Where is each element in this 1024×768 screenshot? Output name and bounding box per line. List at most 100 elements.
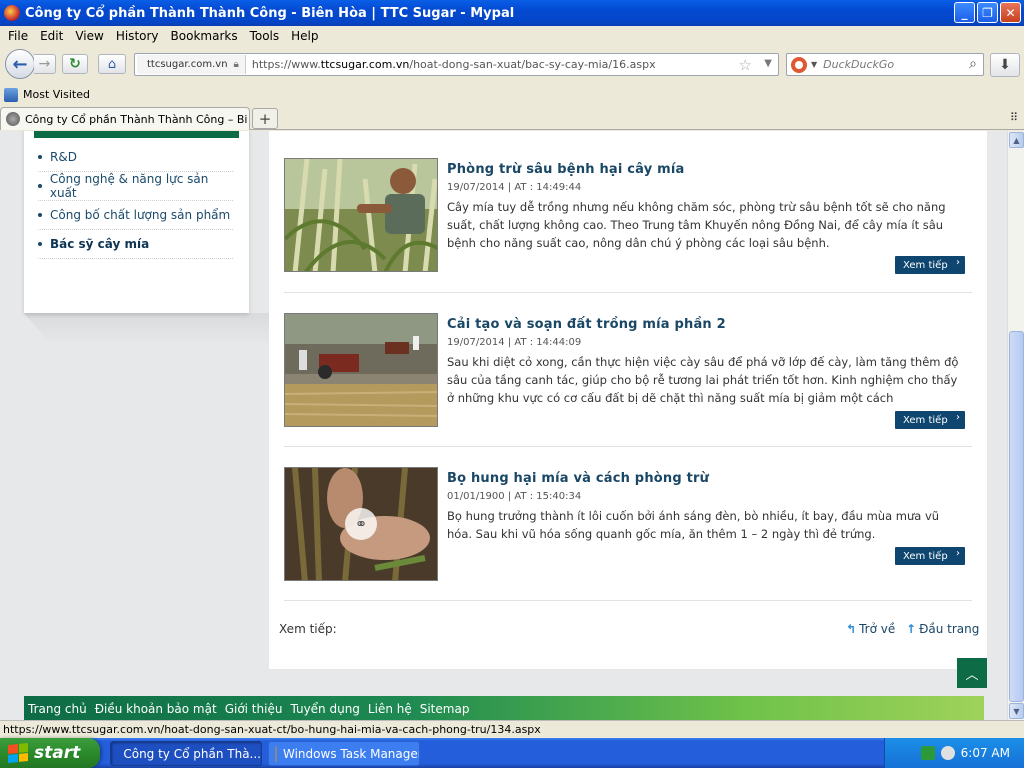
windows-logo-icon xyxy=(8,742,28,764)
reload-button[interactable]: ↻ xyxy=(62,54,88,74)
chevron-right-icon: › xyxy=(956,257,960,268)
home-button[interactable]: ⌂ xyxy=(98,54,126,74)
site-identity-label: ttcsugar.com.vn xyxy=(147,59,228,70)
read-more-button[interactable]: Xem tiếp › xyxy=(895,547,965,565)
article-description: Sau khi diệt cỏ xong, cần thực hiện việc… xyxy=(447,355,959,405)
url-text[interactable]: https://www.ttcsugar.com.vn/hoat-dong-sa… xyxy=(252,58,656,71)
back-link[interactable]: ↰ Trở về xyxy=(846,622,895,636)
sidebar-menu: R&D Công nghệ & năng lực sản xuất Công b… xyxy=(24,131,249,313)
lock-icon: 🔒︎ xyxy=(233,59,239,70)
new-tab-button[interactable]: + xyxy=(252,108,278,129)
link-icon: ⚭ xyxy=(345,508,377,540)
navigation-toolbar: ← → ↻ ⌂ ttcsugar.com.vn 🔒︎ https://www.t… xyxy=(0,46,1024,84)
forward-button[interactable]: → xyxy=(34,54,56,74)
page-viewport: R&D Công nghệ & năng lực sản xuất Công b… xyxy=(0,131,1007,720)
start-button[interactable]: start xyxy=(0,738,100,768)
article-thumbnail[interactable] xyxy=(284,158,438,272)
network-icon[interactable] xyxy=(920,746,935,760)
article-date: 19/07/2014 | AT : 14:49:44 xyxy=(447,182,582,193)
footer-link-contact[interactable]: Liên hệ xyxy=(368,702,412,716)
search-icon[interactable]: ⌕ xyxy=(969,56,977,72)
minimize-button[interactable]: _ xyxy=(954,2,975,23)
pager-row: Xem tiếp: ↰ Trở về ↑ Đầu trang xyxy=(279,622,979,642)
top-link[interactable]: ↑ Đầu trang xyxy=(906,622,979,636)
article-description: Bọ hung trưởng thành ít lôi cuốn bởi ánh… xyxy=(447,509,940,541)
article-item: Cải tạo và soạn đất trồng mía phần 2 19/… xyxy=(284,313,972,439)
article-list-panel: Phòng trừ sâu bệnh hại cây mía 19/07/201… xyxy=(269,131,987,669)
close-button[interactable]: ✕ xyxy=(1000,2,1021,23)
windows-taskbar: start Công ty Cổ phần Thà... Windows Tas… xyxy=(0,738,1024,768)
tab-favicon-icon xyxy=(6,112,20,126)
tab-active[interactable]: Công ty Cổ phần Thành Thành Công – Biên … xyxy=(0,107,250,130)
bookmark-most-visited[interactable]: Most Visited xyxy=(23,88,90,101)
article-description: Cây mía tuy dễ trồng nhưng nếu không chă… xyxy=(447,200,946,250)
back-arrow-icon: ← xyxy=(12,53,28,75)
tab-list-icon[interactable]: ⠿ xyxy=(1010,111,1018,124)
tab-strip: Công ty Cổ phần Thành Thành Công – Biên … xyxy=(0,105,1024,130)
footer-link-about[interactable]: Giới thiệu xyxy=(225,702,283,716)
sidebar-item-rnd[interactable]: R&D xyxy=(38,143,233,172)
article-title[interactable]: Phòng trừ sâu bệnh hại cây mía xyxy=(447,162,685,177)
status-bar-url: https://www.ttcsugar.com.vn/hoat-dong-sa… xyxy=(0,720,1024,738)
footer-link-sitemap[interactable]: Sitemap xyxy=(420,702,470,716)
scroll-to-top-button[interactable]: ︿ xyxy=(957,658,987,688)
bookmark-star-icon[interactable]: ☆ xyxy=(739,56,752,74)
site-footer-links: Trang chủ Điều khoản bảo mật Giới thiệu … xyxy=(24,696,984,720)
home-icon: ⌂ xyxy=(107,56,117,72)
sidebar-item-quality[interactable]: Công bố chất lượng sản phẩm xyxy=(38,201,233,230)
clock[interactable]: 6:07 AM xyxy=(961,746,1010,760)
menu-history[interactable]: History xyxy=(110,29,165,43)
search-bar[interactable]: ▼ DuckDuckGo ⌕ xyxy=(786,53,984,76)
bookmark-folder-icon xyxy=(4,87,18,102)
article-title[interactable]: Bọ hung hại mía và cách phòng trừ xyxy=(447,471,709,486)
article-item: ⚭ Bọ hung hại mía và cách phòng trừ 01/0… xyxy=(284,467,972,593)
footer-link-home[interactable]: Trang chủ xyxy=(28,702,87,716)
taskbar-task-browser[interactable]: Công ty Cổ phần Thà... xyxy=(110,741,262,766)
search-engine-dropdown-icon[interactable]: ▼ xyxy=(811,60,817,69)
menu-file[interactable]: File xyxy=(2,29,34,43)
menu-view[interactable]: View xyxy=(69,29,109,43)
page-scrollbar[interactable]: ▲ ▼ xyxy=(1007,131,1024,720)
article-title[interactable]: Cải tạo và soạn đất trồng mía phần 2 xyxy=(447,317,726,332)
menu-tools[interactable]: Tools xyxy=(244,29,286,43)
sidebar-shadow xyxy=(24,313,295,345)
article-item: Phòng trừ sâu bệnh hại cây mía 19/07/201… xyxy=(284,158,972,284)
sidebar-item-sugarcane-doctor[interactable]: Bác sỹ cây mía xyxy=(38,230,233,259)
tractor-field-image xyxy=(285,314,437,426)
site-identity-button[interactable]: ttcsugar.com.vn 🔒︎ xyxy=(137,55,246,74)
scroll-down-arrow-icon[interactable]: ▼ xyxy=(1009,703,1024,719)
security-icon[interactable] xyxy=(940,746,955,760)
sidebar-header xyxy=(34,131,239,138)
up-arrow-icon: ↑ xyxy=(906,622,917,636)
back-button[interactable]: ← xyxy=(5,49,35,79)
restore-button[interactable]: ❐ xyxy=(977,2,998,23)
read-more-button[interactable]: Xem tiếp › xyxy=(895,411,965,429)
chevron-up-icon: ︿ xyxy=(965,667,979,683)
read-more-button[interactable]: Xem tiếp › xyxy=(895,256,965,274)
menu-bookmarks[interactable]: Bookmarks xyxy=(165,29,244,43)
footer-link-privacy[interactable]: Điều khoản bảo mật xyxy=(95,702,217,716)
scrollbar-thumb[interactable] xyxy=(1009,331,1024,702)
farmer-sugarcane-image xyxy=(285,159,437,271)
download-arrow-icon: ⬇ xyxy=(999,57,1011,73)
duckduckgo-icon[interactable] xyxy=(791,56,807,73)
search-input[interactable]: DuckDuckGo xyxy=(823,58,894,71)
scroll-up-arrow-icon[interactable]: ▲ xyxy=(1009,132,1024,148)
url-bar[interactable]: ttcsugar.com.vn 🔒︎ https://www.ttcsugar.… xyxy=(134,53,779,76)
tab-label: Công ty Cổ phần Thành Thành Công – Biên … xyxy=(25,112,247,126)
task-manager-icon xyxy=(275,745,277,762)
menu-help[interactable]: Help xyxy=(285,29,324,43)
url-dropdown-icon[interactable]: ▼ xyxy=(764,58,772,69)
taskbar-task-manager[interactable]: Windows Task Manager xyxy=(268,741,420,766)
bullet-icon xyxy=(38,155,42,159)
chevron-right-icon: › xyxy=(956,412,960,423)
menu-edit[interactable]: Edit xyxy=(34,29,69,43)
article-thumbnail[interactable]: ⚭ xyxy=(284,467,438,581)
sidebar-item-technology[interactable]: Công nghệ & năng lực sản xuất xyxy=(38,172,233,201)
downloads-button[interactable]: ⬇ xyxy=(990,53,1020,77)
footer-link-careers[interactable]: Tuyển dụng xyxy=(290,702,359,716)
article-thumbnail[interactable] xyxy=(284,313,438,427)
reload-icon: ↻ xyxy=(69,56,81,72)
forward-arrow-icon: → xyxy=(38,56,51,72)
divider xyxy=(284,292,972,293)
